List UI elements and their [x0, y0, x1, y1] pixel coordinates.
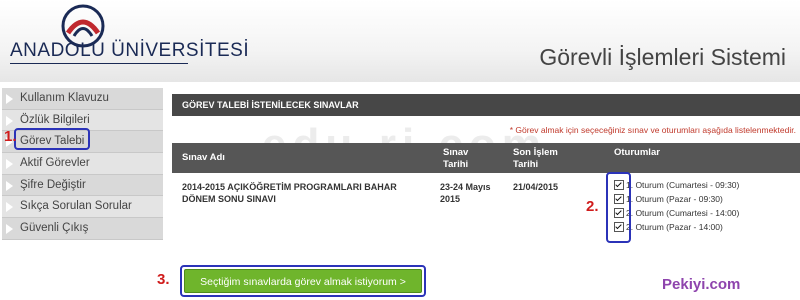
exam-name-line1: 2014-2015 AÇIKÖĞRETİM PROGRAMLARI BAHAR — [182, 182, 397, 192]
header-deadline-line1: Son İşlem — [513, 147, 558, 158]
university-name: ANADOLU ÜNİVERSİTESİ — [10, 40, 250, 61]
exam-name-line2: DÖNEM SONU SINAVI — [182, 194, 276, 204]
session-label: 2. Oturum (Cumartesi - 14:00) — [626, 208, 740, 218]
session-option[interactable]: 2. Oturum (Cumartesi - 14:00) — [614, 206, 739, 220]
session-option[interactable]: 1. Oturum (Pazar - 09:30) — [614, 192, 739, 206]
header-sessions: Oturumlar — [614, 147, 660, 158]
arrow-right-icon — [6, 180, 13, 191]
session-label: 2. Oturum (Pazar - 14:00) — [626, 222, 723, 232]
highlight-box-submit — [180, 265, 426, 297]
exam-date-line2: 2015 — [440, 194, 461, 204]
credit-text: Pekiyi.com — [662, 276, 741, 293]
header-deadline: Son İşlem Tarihi — [513, 147, 558, 171]
sidebar-item-label: Şifre Değiştir — [20, 178, 86, 191]
info-note: * Görev almak için seçeceğiniz sınav ve … — [509, 125, 796, 135]
table-header: Sınav Adı Sınav Tarihi Son İşlem Tarihi … — [172, 143, 800, 173]
header-exam-date: Sınav Tarihi — [443, 147, 468, 171]
exam-name-cell: 2014-2015 AÇIKÖĞRETİM PROGRAMLARI BAHAR … — [182, 181, 397, 205]
sidebar-item-label: Kullanım Klavuzu — [20, 92, 109, 104]
exam-date-cell: 23-24 Mayıs 2015 — [440, 181, 491, 205]
sidebar-item-label: Sıkça Sorulan Sorular — [20, 200, 132, 213]
header-exam-date-line2: Tarihi — [443, 159, 469, 170]
sessions-list: 1. Oturum (Cumartesi - 09:30) 1. Oturum … — [614, 178, 739, 234]
sidebar-item-label: Güvenli Çıkış — [20, 222, 89, 235]
sidebar-nav: Kullanım Klavuzu Özlük Bilgileri Görev T… — [2, 88, 163, 240]
sidebar-item-logout[interactable]: Güvenli Çıkış — [2, 218, 163, 240]
header-exam-date-line1: Sınav — [443, 147, 469, 158]
sidebar-item-active-duties[interactable]: Aktif Görevler — [2, 153, 163, 175]
highlight-box-checkboxes — [606, 172, 631, 243]
step2-label: 2. — [586, 198, 599, 215]
system-title: Görevli İşlemleri Sistemi — [539, 44, 786, 70]
session-option[interactable]: 1. Oturum (Cumartesi - 09:30) — [614, 178, 739, 192]
highlight-box-duty-request — [14, 128, 90, 150]
deadline-cell: 21/04/2015 — [513, 182, 559, 192]
exam-date-line1: 23-24 Mayıs — [440, 182, 491, 192]
arrow-right-icon — [6, 159, 13, 170]
arrow-right-icon — [6, 115, 13, 126]
session-label: 1. Oturum (Pazar - 09:30) — [626, 194, 723, 204]
session-label: 1. Oturum (Cumartesi - 09:30) — [626, 180, 740, 190]
page-header: ANADOLU ÜNİVERSİTESİ Görevli İşlemleri S… — [0, 0, 800, 82]
sidebar-item-change-password[interactable]: Şifre Değiştir — [2, 174, 163, 197]
step1-label: 1. — [4, 128, 17, 145]
sidebar-item-faq[interactable]: Sıkça Sorulan Sorular — [2, 196, 163, 219]
arrow-right-icon — [6, 224, 13, 235]
header-exam-name: Sınav Adı — [182, 152, 225, 163]
university-underline — [10, 63, 188, 64]
session-option[interactable]: 2. Oturum (Pazar - 14:00) — [614, 220, 739, 234]
arrow-right-icon — [6, 94, 13, 104]
panel-title: GÖREV TALEBİ İSTENİLECEK SINAVLAR — [172, 94, 800, 116]
step3-label: 3. — [157, 271, 170, 288]
sidebar-item-label: Aktif Görevler — [20, 157, 90, 170]
sidebar-item-user-guide[interactable]: Kullanım Klavuzu — [2, 88, 163, 110]
sidebar-item-label: Özlük Bilgileri — [20, 113, 90, 126]
header-deadline-line2: Tarihi — [513, 159, 539, 170]
arrow-right-icon — [6, 202, 13, 213]
